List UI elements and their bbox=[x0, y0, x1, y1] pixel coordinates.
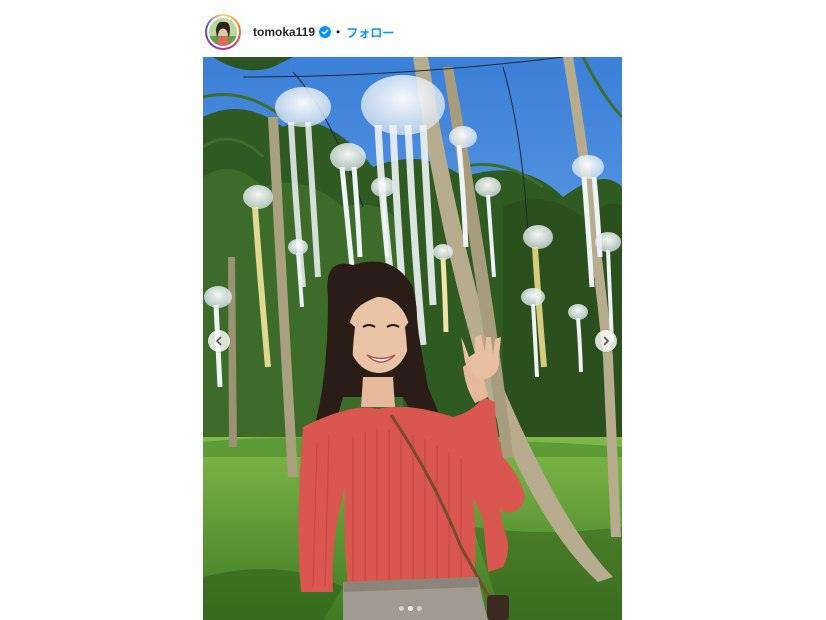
follow-button[interactable]: フォロー bbox=[346, 24, 394, 41]
carousel-next-button[interactable] bbox=[595, 330, 617, 352]
avatar[interactable] bbox=[209, 18, 237, 46]
carousel-dot bbox=[417, 606, 422, 611]
post-photo[interactable] bbox=[203, 57, 622, 620]
carousel-indicator bbox=[399, 606, 422, 611]
separator-dot: • bbox=[336, 25, 341, 39]
verified-badge-icon bbox=[319, 26, 332, 38]
carousel-dot bbox=[408, 606, 413, 611]
post-header: tomoka119 • フォロー bbox=[205, 13, 394, 51]
carousel-dot bbox=[399, 606, 404, 611]
carousel-prev-button[interactable] bbox=[208, 330, 230, 352]
username[interactable]: tomoka119 bbox=[253, 25, 315, 39]
story-ring[interactable] bbox=[205, 14, 241, 50]
chevron-left-icon bbox=[216, 336, 222, 346]
chevron-right-icon bbox=[603, 336, 609, 346]
